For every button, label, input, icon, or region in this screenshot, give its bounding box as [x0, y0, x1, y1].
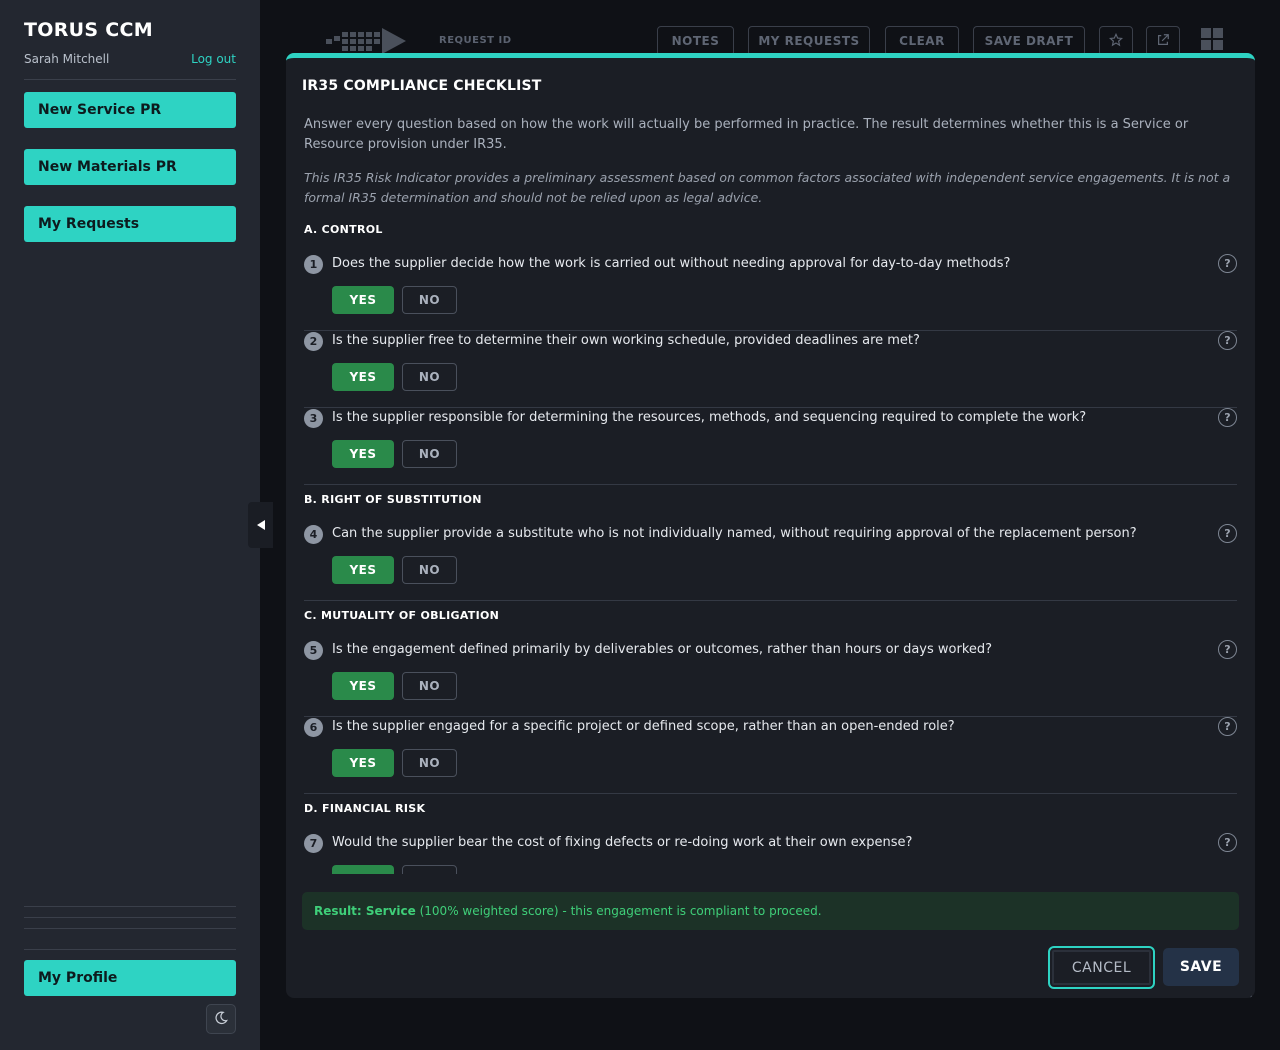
question-text: Does the supplier decide how the work is…: [332, 256, 1011, 271]
user-row: Sarah Mitchell Log out: [24, 52, 236, 80]
new-service-pr-button[interactable]: New Service PR: [24, 92, 236, 128]
yes-button[interactable]: YES: [332, 672, 394, 700]
brand-title: TORUS CCM: [24, 19, 153, 41]
sidebar: TORUS CCM Sarah Mitchell Log out New Ser…: [0, 0, 260, 1050]
help-icon[interactable]: ?: [1218, 717, 1237, 736]
section-mutuality: C. MUTUALITY OF OBLIGATION: [304, 609, 500, 622]
result-label: Result: Service: [314, 904, 416, 918]
no-button[interactable]: NO: [402, 286, 457, 314]
question-text: Is the supplier free to determine their …: [332, 333, 920, 348]
yes-button[interactable]: YES: [332, 749, 394, 777]
divider: [304, 716, 1237, 717]
help-icon[interactable]: ?: [1218, 408, 1237, 427]
star-icon: [1108, 32, 1124, 51]
my-requests-button[interactable]: My Requests: [24, 206, 236, 242]
clear-button[interactable]: CLEAR: [885, 26, 959, 56]
no-button[interactable]: NO: [402, 440, 457, 468]
question-number: 7: [304, 834, 323, 853]
user-name: Sarah Mitchell: [24, 51, 110, 66]
question-text: Is the supplier responsible for determin…: [332, 410, 1087, 425]
question-number: 4: [304, 525, 323, 544]
request-id-label: REQUEST ID: [439, 35, 512, 46]
question-number: 2: [304, 332, 323, 351]
question-number: 6: [304, 718, 323, 737]
resize-handle-icon[interactable]: [1245, 988, 1253, 998]
no-button[interactable]: NO: [402, 749, 457, 777]
question-number: 3: [304, 409, 323, 428]
divider: [304, 407, 1237, 408]
divider: [24, 917, 236, 918]
moon-icon: [214, 1010, 228, 1029]
open-external-button[interactable]: [1146, 26, 1180, 56]
save-draft-button[interactable]: SAVE DRAFT: [973, 26, 1085, 56]
divider: [304, 330, 1237, 331]
yes-button[interactable]: YES: [332, 286, 394, 314]
question-text: Would the supplier bear the cost of fixi…: [332, 835, 913, 850]
divider: [24, 928, 236, 929]
triangle-left-icon: [256, 516, 266, 535]
yes-button[interactable]: YES: [332, 556, 394, 584]
question-number: 5: [304, 641, 323, 660]
question-text: Is the engagement defined primarily by d…: [332, 642, 993, 657]
theme-toggle-button[interactable]: [206, 1004, 236, 1034]
section-financial-risk: D. FINANCIAL RISK: [304, 802, 426, 815]
help-icon[interactable]: ?: [1218, 254, 1237, 273]
help-icon[interactable]: ?: [1218, 833, 1237, 852]
intro-text: Answer every question based on how the w…: [304, 117, 1189, 152]
yes-button[interactable]: YES: [332, 440, 394, 468]
divider: [24, 906, 236, 907]
no-button[interactable]: NO: [402, 672, 457, 700]
question-text: Is the supplier engaged for a specific p…: [332, 719, 955, 734]
divider: [304, 484, 1237, 485]
result-banner: Result: Service (100% weighted score) - …: [302, 892, 1239, 930]
no-button[interactable]: NO: [402, 363, 457, 391]
my-requests-top-button[interactable]: MY REQUESTS: [748, 26, 870, 56]
help-icon[interactable]: ?: [1218, 331, 1237, 350]
disclaimer-text: This IR35 Risk Indicator provides a prel…: [304, 170, 1231, 205]
ir35-checklist-modal: IR35 COMPLIANCE CHECKLIST Answer every q…: [286, 53, 1255, 998]
external-link-icon: [1156, 32, 1170, 51]
divider: [304, 793, 1237, 794]
section-substitution: B. RIGHT OF SUBSTITUTION: [304, 493, 482, 506]
notes-button[interactable]: NOTES: [657, 26, 734, 56]
logout-link[interactable]: Log out: [191, 52, 236, 66]
divider: [304, 600, 1237, 601]
no-button[interactable]: NO: [402, 556, 457, 584]
no-button[interactable]: NO: [402, 865, 457, 874]
section-control: A. CONTROL: [304, 223, 383, 236]
save-button[interactable]: SAVE: [1163, 948, 1239, 986]
question-number: 1: [304, 255, 323, 274]
yes-button[interactable]: YES: [332, 363, 394, 391]
yes-button[interactable]: YES: [332, 865, 394, 874]
help-icon[interactable]: ?: [1218, 640, 1237, 659]
modal-title: IR35 COMPLIANCE CHECKLIST: [302, 78, 542, 94]
checklist-scroll-area[interactable]: Answer every question based on how the w…: [286, 106, 1255, 874]
help-icon[interactable]: ?: [1218, 524, 1237, 543]
new-materials-pr-button[interactable]: New Materials PR: [24, 149, 236, 185]
my-profile-button[interactable]: My Profile: [24, 960, 236, 996]
sidebar-collapse-button[interactable]: [248, 502, 273, 548]
favorite-button[interactable]: [1099, 26, 1133, 56]
grid-icon[interactable]: [1201, 28, 1223, 54]
divider: [24, 949, 236, 950]
result-detail: (100% weighted score) - this engagement …: [419, 904, 822, 918]
cancel-button[interactable]: CANCEL: [1048, 946, 1155, 989]
question-text: Can the supplier provide a substitute wh…: [332, 526, 1137, 541]
